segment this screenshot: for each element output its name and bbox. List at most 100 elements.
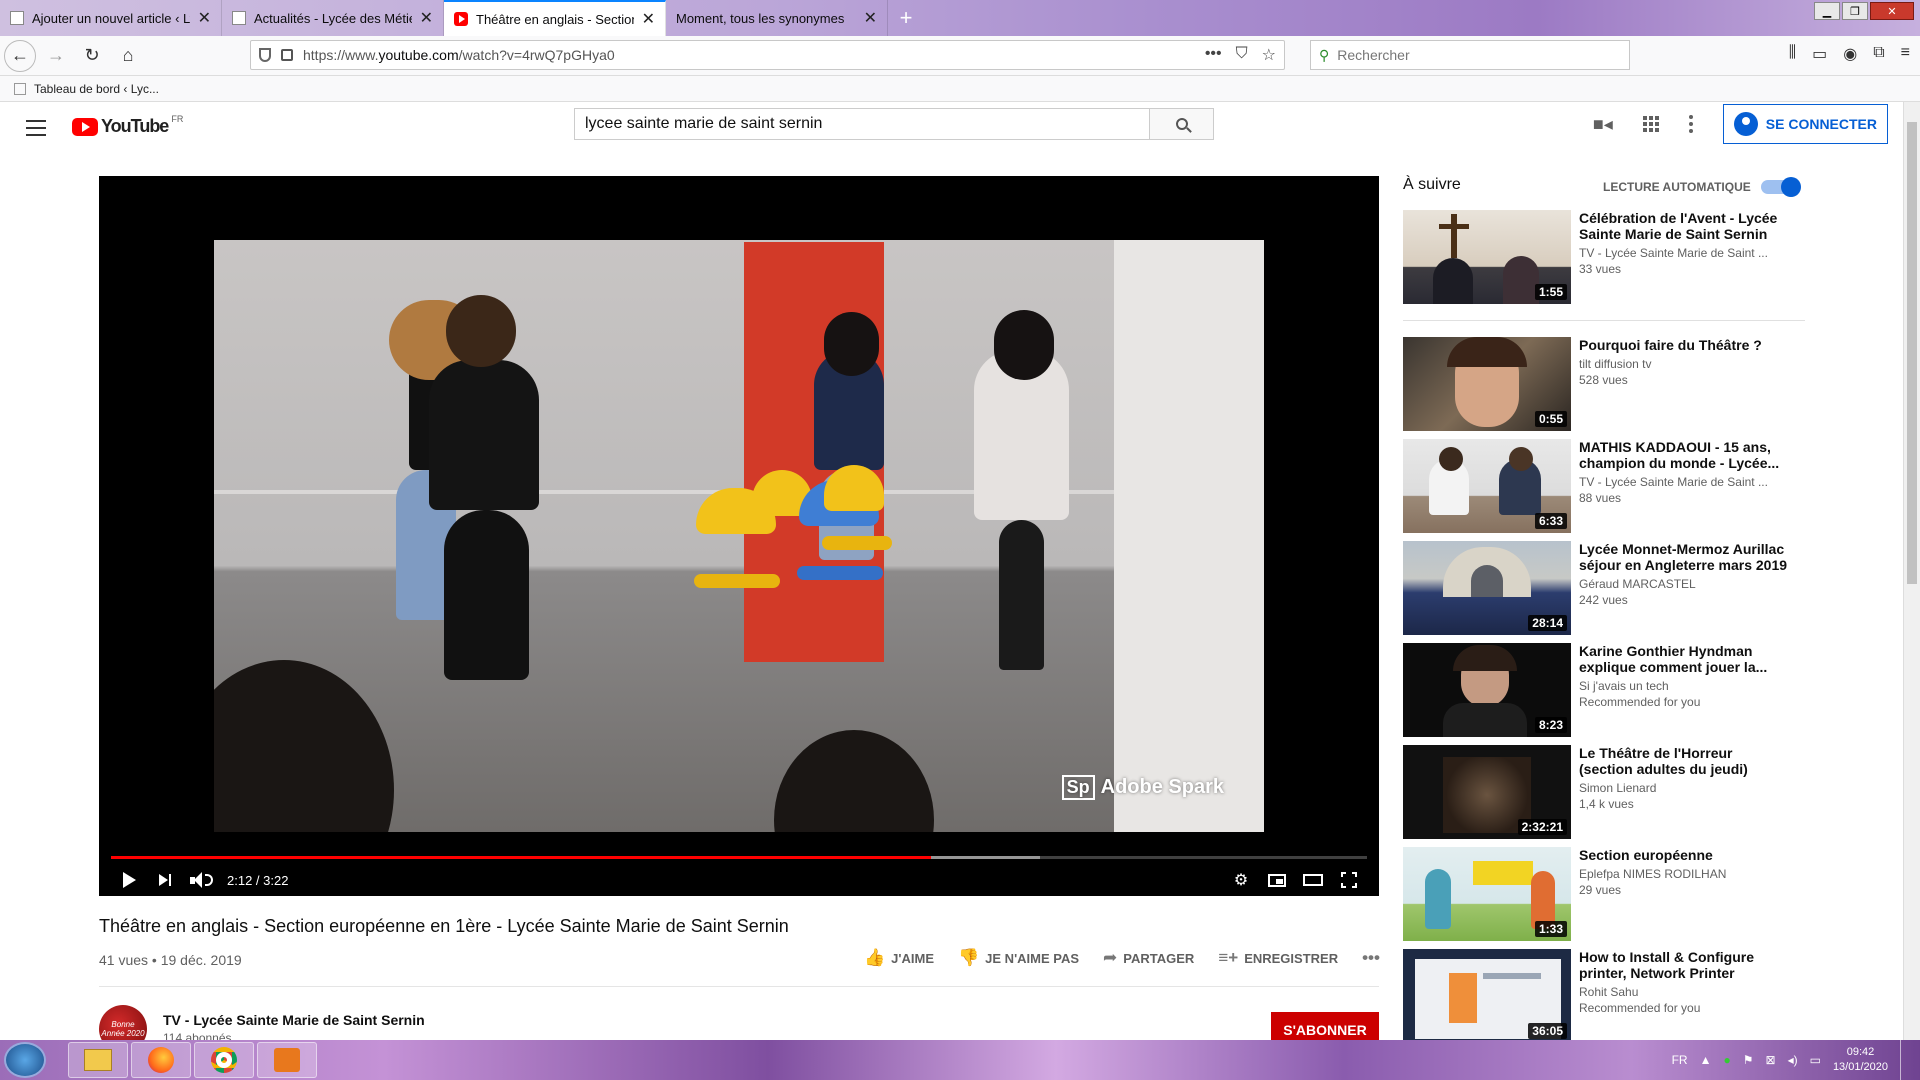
tab-label: Ajouter un nouvel article ‹ Lycée: [32, 10, 190, 26]
video-thumbnail[interactable]: 1:33: [1403, 847, 1571, 941]
video-thumbnail[interactable]: 6:33: [1403, 439, 1571, 533]
menu-hamburger-icon[interactable]: ≡: [1901, 44, 1910, 64]
video-player[interactable]: Sp Adobe Spark 2:12 / 3:22 ⚙: [99, 176, 1379, 896]
search-input[interactable]: lycee sainte marie de saint sernin: [575, 109, 1149, 139]
forward-arrow-icon[interactable]: →: [40, 40, 72, 72]
tracking-shield-icon[interactable]: [259, 48, 271, 62]
browser-tab[interactable]: Actualités - Lycée des Métiers S ✕: [222, 0, 444, 36]
next-button[interactable]: [147, 864, 183, 896]
video-thumbnail[interactable]: 0:55: [1403, 337, 1571, 431]
sidebar-video-views: 242 vues: [1579, 593, 1628, 607]
explorer-taskbar-icon[interactable]: [68, 1042, 128, 1078]
progress-bar[interactable]: [111, 856, 1367, 859]
video-thumbnail[interactable]: 36:05: [1403, 949, 1571, 1043]
account-icon[interactable]: ◉: [1843, 44, 1857, 64]
browser-tab[interactable]: Moment, tous les synonymes ✕: [666, 0, 888, 36]
close-tab-icon[interactable]: ✕: [198, 8, 211, 28]
settings-button[interactable]: ⚙: [1223, 864, 1259, 896]
browser-tab-bar: Ajouter un nouvel article ‹ Lycée ✕ Actu…: [0, 0, 1920, 36]
mute-button[interactable]: [183, 864, 219, 896]
play-button[interactable]: [111, 864, 147, 896]
video-thumbnail[interactable]: 8:23: [1403, 643, 1571, 737]
channel-name[interactable]: TV - Lycée Sainte Marie de Saint Sernin: [163, 1012, 425, 1028]
fullscreen-button[interactable]: [1331, 864, 1367, 896]
youtube-logo[interactable]: YouTube FR: [72, 114, 183, 137]
close-tab-icon[interactable]: ✕: [420, 8, 433, 28]
monitor-icon[interactable]: ▭: [1810, 1053, 1821, 1067]
browser-tab-active[interactable]: Théâtre en anglais - Section eu ✕: [444, 0, 666, 36]
url-bar[interactable]: https://www.youtube.com/watch?v=4rwQ7pGH…: [250, 40, 1285, 70]
create-video-icon[interactable]: ■◂: [1593, 114, 1613, 135]
sidebar-video-channel: TV - Lycée Sainte Marie de Saint ...: [1579, 475, 1768, 489]
sidebar-icon[interactable]: ▭: [1812, 44, 1827, 64]
dislike-button[interactable]: 👎 JE N'AIME PAS: [958, 948, 1079, 968]
autoplay-toggle[interactable]: [1760, 177, 1801, 197]
more-actions-button[interactable]: •••: [1362, 948, 1380, 968]
chrome-taskbar-icon[interactable]: [194, 1042, 254, 1078]
start-button[interactable]: [4, 1042, 46, 1078]
speaker-icon[interactable]: ◂): [1788, 1053, 1798, 1067]
sidebar-video-title[interactable]: Pourquoi faire du Théâtre ?: [1579, 337, 1789, 353]
show-hidden-icons-icon[interactable]: ▲: [1700, 1053, 1712, 1067]
search-button[interactable]: [1149, 109, 1213, 139]
sign-in-button[interactable]: SE CONNECTER: [1722, 104, 1888, 144]
window-close-icon[interactable]: ✕: [1870, 2, 1914, 20]
reload-icon[interactable]: ↻: [76, 40, 108, 72]
new-tab-icon[interactable]: +: [888, 0, 924, 36]
browser-tab[interactable]: Ajouter un nouvel article ‹ Lycée ✕: [0, 0, 222, 36]
theater-mode-button[interactable]: [1295, 864, 1331, 896]
page-actions-icon[interactable]: •••: [1205, 45, 1222, 65]
sidebar-video-title[interactable]: Célébration de l'Avent - Lycée Sainte Ma…: [1579, 210, 1789, 242]
sidebar-video-item[interactable]: 1:55 Célébration de l'Avent - Lycée Sain…: [1403, 210, 1803, 304]
sidebar-video-title[interactable]: Karine Gonthier Hyndman explique comment…: [1579, 643, 1789, 675]
video-thumbnail[interactable]: 2:32:21: [1403, 745, 1571, 839]
sidebar-video-item[interactable]: 6:33 MATHIS KADDAOUI - 15 ans, champion …: [1403, 439, 1803, 533]
show-desktop-icon[interactable]: [1900, 1040, 1910, 1080]
sidebar-video-item[interactable]: 0:55 Pourquoi faire du Théâtre ? tilt di…: [1403, 337, 1803, 431]
network-icon[interactable]: ⊠: [1766, 1053, 1776, 1067]
bookmark-item[interactable]: Tableau de bord ‹ Lyc...: [34, 82, 159, 96]
sidebar-video-item[interactable]: 8:23 Karine Gonthier Hyndman explique co…: [1403, 643, 1803, 737]
scrollbar-thumb[interactable]: [1907, 122, 1917, 584]
firefox-taskbar-icon[interactable]: [131, 1042, 191, 1078]
close-tab-icon[interactable]: ✕: [864, 8, 877, 28]
sidebar-video-title[interactable]: Lycée Monnet-Mermoz Aurillac séjour en A…: [1579, 541, 1789, 573]
home-icon[interactable]: ⌂: [112, 40, 144, 72]
minimize-icon[interactable]: ▁: [1814, 2, 1840, 20]
sidebar-video-item[interactable]: 1:33 Section européenne Eplefpa NIMES RO…: [1403, 847, 1803, 941]
security-icon[interactable]: ●: [1723, 1053, 1730, 1067]
sidebar-video-item[interactable]: 2:32:21 Le Théâtre de l'Horreur (section…: [1403, 745, 1803, 839]
sidebar-video-title[interactable]: Section européenne: [1579, 847, 1789, 863]
sidebar-video-title[interactable]: Le Théâtre de l'Horreur (section adultes…: [1579, 745, 1789, 777]
dislike-label: JE N'AIME PAS: [985, 950, 1080, 966]
pocket-icon[interactable]: ⛉: [1236, 45, 1248, 65]
video-thumbnail[interactable]: 28:14: [1403, 541, 1571, 635]
maximize-icon[interactable]: ❐: [1842, 2, 1868, 20]
video-thumbnail[interactable]: 1:55: [1403, 210, 1571, 304]
sidebar-video-item[interactable]: 28:14 Lycée Monnet-Mermoz Aurillac séjou…: [1403, 541, 1803, 635]
close-tab-icon[interactable]: ✕: [642, 9, 655, 29]
like-button[interactable]: 👍 J'AIME: [864, 948, 934, 968]
outlook-taskbar-icon[interactable]: [257, 1042, 317, 1078]
language-indicator[interactable]: FR: [1672, 1053, 1688, 1067]
system-clock[interactable]: 09:42 13/01/2020: [1833, 1045, 1888, 1075]
player-controls: 2:12 / 3:22 ⚙: [111, 864, 1367, 896]
library-icon[interactable]: ⫼: [1789, 44, 1796, 64]
sidebar-video-item[interactable]: 36:05 How to Install & Configure printer…: [1403, 949, 1803, 1043]
page-scrollbar[interactable]: [1903, 102, 1920, 1040]
save-button[interactable]: ≡+ ENREGISTRER: [1218, 948, 1338, 968]
sidebar-video-title[interactable]: How to Install & Configure printer, Netw…: [1579, 949, 1789, 981]
lock-icon[interactable]: [281, 49, 293, 61]
share-button[interactable]: ➦ PARTAGER: [1103, 948, 1194, 968]
sidebar-video-title[interactable]: MATHIS KADDAOUI - 15 ans, champion du mo…: [1579, 439, 1789, 471]
apps-grid-icon[interactable]: [1642, 116, 1659, 132]
miniplayer-button[interactable]: [1259, 864, 1295, 896]
settings-dots-icon[interactable]: [1688, 115, 1693, 133]
flag-icon[interactable]: ⚑: [1743, 1053, 1754, 1067]
back-arrow-icon[interactable]: ←: [4, 39, 36, 72]
guide-menu-icon[interactable]: [26, 120, 46, 136]
extensions-icon[interactable]: ⧉: [1873, 44, 1884, 64]
browser-search-input[interactable]: ⚲ Rechercher: [1310, 40, 1630, 70]
bookmark-star-icon[interactable]: ☆: [1262, 45, 1276, 65]
url-text[interactable]: https://www.youtube.com/watch?v=4rwQ7pGH…: [303, 47, 615, 63]
